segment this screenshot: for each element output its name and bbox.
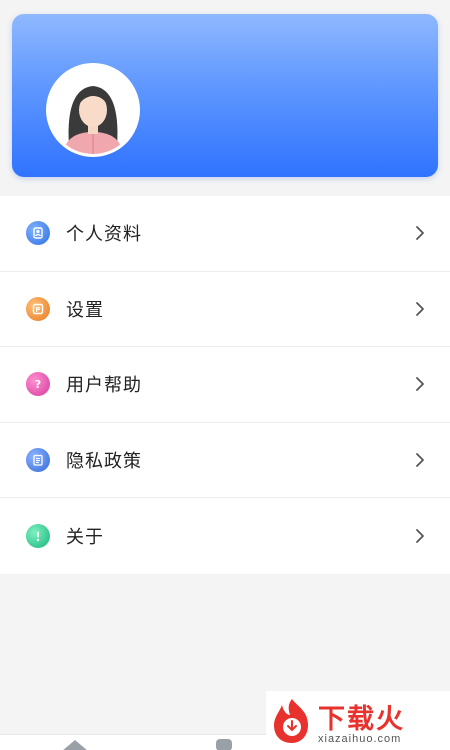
home-tab-icon	[63, 740, 87, 750]
profile-header-card	[12, 14, 438, 177]
menu-item-settings[interactable]: P 设置	[0, 272, 450, 348]
menu-label-privacy: 隐私政策	[66, 451, 142, 473]
menu-label-profile: 个人资料	[66, 224, 142, 246]
help-icon: ?	[26, 372, 50, 397]
chevron-right-icon	[416, 226, 424, 241]
profile-icon	[26, 221, 50, 246]
menu-item-help[interactable]: ? 用户帮助	[0, 347, 450, 423]
chevron-right-icon	[416, 301, 424, 316]
settings-icon: P	[26, 296, 50, 321]
menu-label-about: 关于	[66, 527, 104, 549]
user-avatar[interactable]	[49, 66, 137, 154]
info-icon	[26, 524, 50, 549]
menu-label-settings: 设置	[66, 299, 104, 321]
watermark-url: xiazaihuo.com	[318, 733, 402, 745]
menu-item-profile[interactable]: 个人资料	[0, 196, 450, 272]
settings-menu: 个人资料 P 设置 ? 用户帮助 隐私政策 关于	[0, 196, 450, 574]
discover-tab-icon	[216, 739, 232, 750]
menu-item-privacy[interactable]: 隐私政策	[0, 423, 450, 499]
avatar-icon	[49, 66, 137, 154]
watermark-logo: 下载火 xiazaihuo.com	[266, 691, 450, 750]
watermark-text: 下载火	[318, 704, 405, 735]
menu-label-help: 用户帮助	[66, 375, 142, 397]
chevron-right-icon	[416, 377, 424, 392]
svg-text:?: ?	[35, 378, 41, 391]
flame-logo-icon	[274, 699, 308, 743]
privacy-icon	[26, 448, 50, 473]
chevron-right-icon	[416, 529, 424, 544]
chevron-right-icon	[416, 453, 424, 467]
svg-text:P: P	[35, 306, 40, 314]
menu-item-about[interactable]: 关于	[0, 498, 450, 574]
